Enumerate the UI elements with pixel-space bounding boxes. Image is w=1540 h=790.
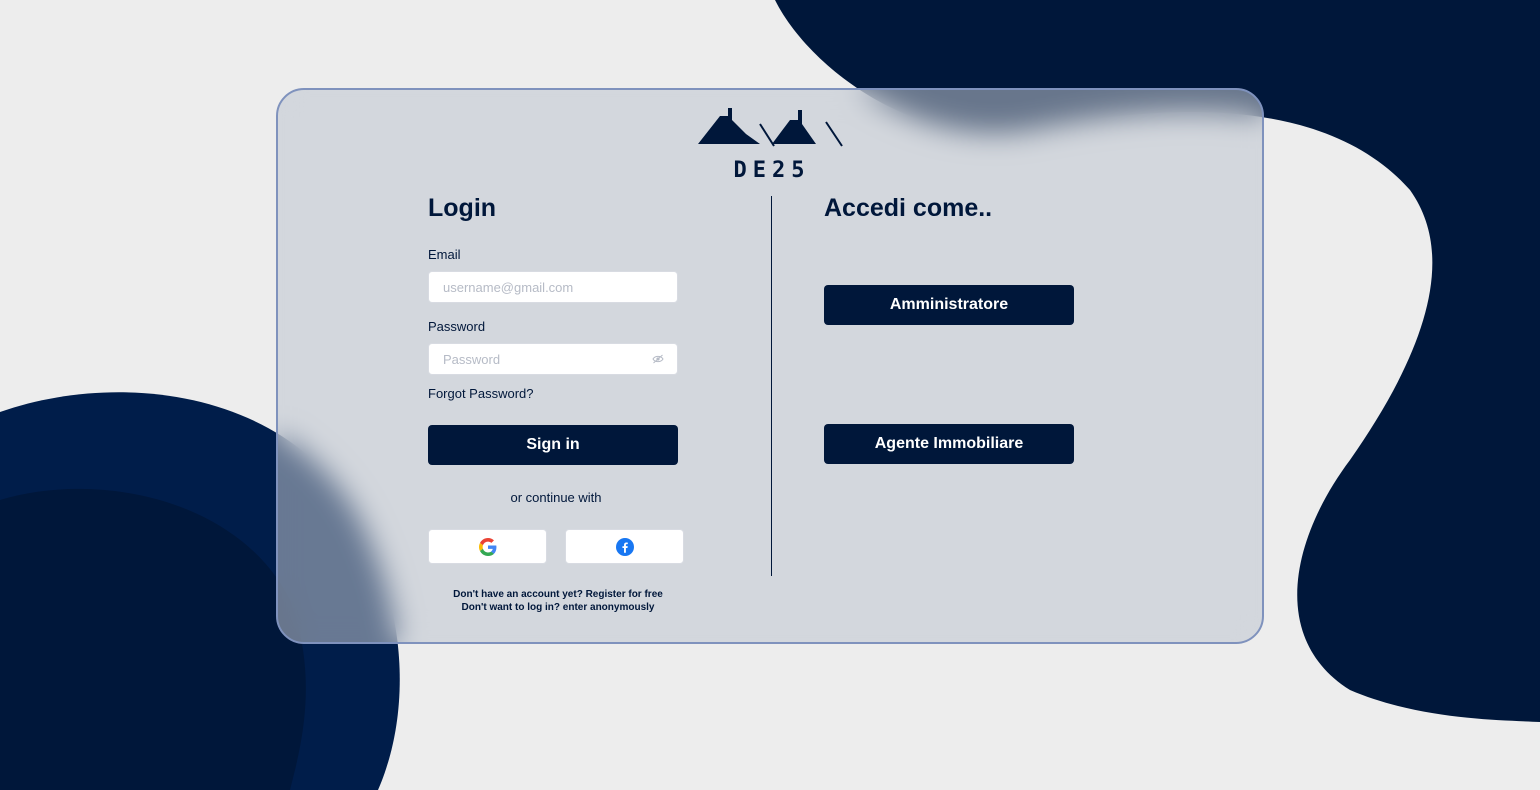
google-icon [478, 537, 496, 556]
forgot-password-link[interactable]: Forgot Password? [428, 386, 534, 401]
facebook-icon [615, 537, 634, 556]
facebook-login-button[interactable] [565, 529, 684, 564]
eye-off-icon[interactable] [652, 354, 664, 364]
register-link[interactable]: Don't have an account yet? Register for … [430, 588, 686, 601]
anonymous-prompt[interactable]: Don't want to log in? enter anonymously [462, 602, 655, 613]
email-label: Email [428, 247, 461, 262]
email-field[interactable] [428, 271, 678, 303]
register-prompt[interactable]: Don't have an account yet? Register for … [453, 589, 663, 600]
google-login-button[interactable] [428, 529, 547, 564]
brand-name: DE25 [733, 158, 811, 183]
sign-in-button[interactable]: Sign in [428, 425, 678, 465]
roles-title: Accedi come.. [824, 194, 993, 222]
agent-role-button[interactable]: Agente Immobiliare [824, 424, 1074, 464]
admin-role-button[interactable]: Amministratore [824, 285, 1074, 325]
login-title: Login [428, 194, 497, 222]
password-field[interactable] [428, 343, 678, 375]
login-card: DE25 Login Email Password Forgot Passwor… [276, 88, 1264, 644]
password-label: Password [428, 319, 486, 334]
brand-logo: DE25 [698, 106, 846, 186]
continue-with-label: or continue with [510, 490, 602, 505]
column-divider [771, 196, 772, 576]
anonymous-link[interactable]: Don't want to log in? enter anonymously [430, 601, 686, 614]
house-logo-icon [698, 108, 843, 147]
